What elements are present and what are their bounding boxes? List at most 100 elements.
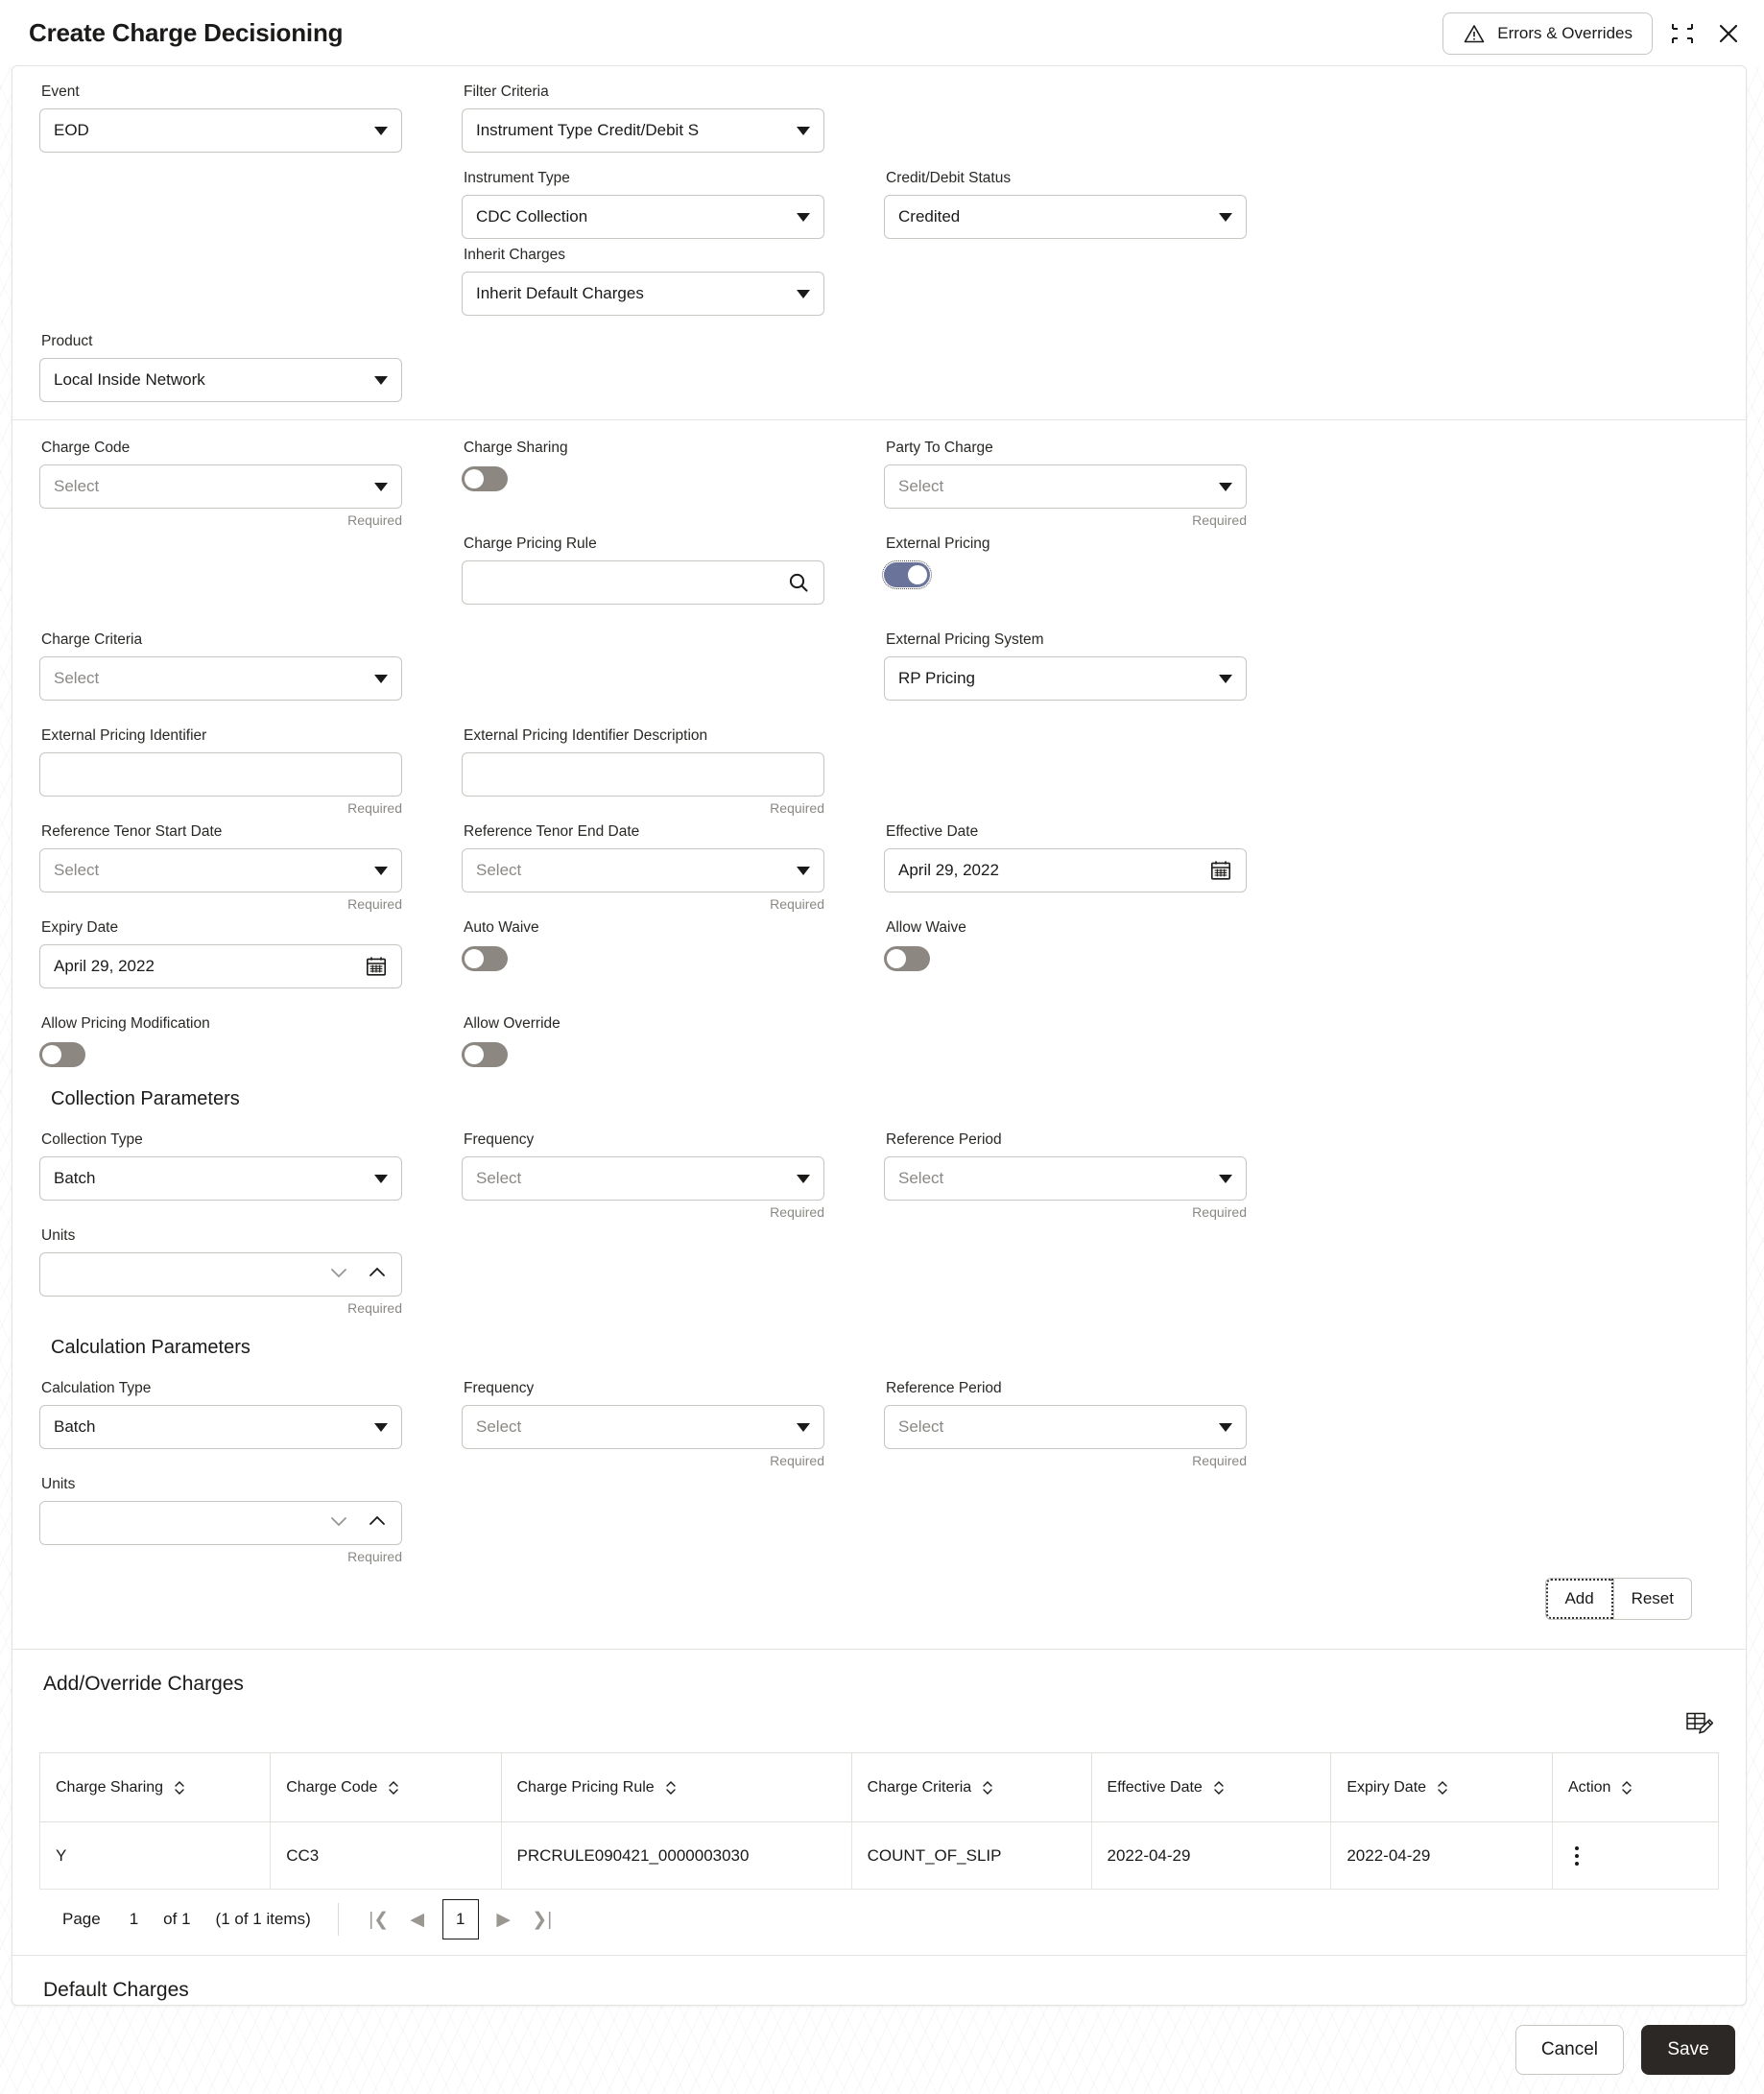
pager-label: Page: [62, 1910, 101, 1929]
charge-code-select[interactable]: Select: [39, 464, 402, 509]
collection-units-stepper[interactable]: [39, 1252, 402, 1297]
external-pricing-system-value: RP Pricing: [898, 669, 1211, 688]
sort-icon[interactable]: [1620, 1779, 1633, 1797]
chevron-up-icon[interactable]: [367, 1511, 388, 1536]
label-external-pricing: External Pricing: [886, 535, 1306, 553]
save-button[interactable]: Save: [1641, 2025, 1735, 2075]
sort-icon[interactable]: [664, 1779, 678, 1797]
calculation-reference-period-required: Required: [884, 1453, 1247, 1468]
col-charge-criteria[interactable]: Charge Criteria: [851, 1753, 1091, 1822]
chevron-down-icon[interactable]: [328, 1511, 349, 1536]
inherit-charges-select[interactable]: Inherit Default Charges: [462, 272, 824, 316]
errors-and-overrides-button[interactable]: Errors & Overrides: [1442, 12, 1653, 55]
calculation-units-stepper[interactable]: [39, 1501, 402, 1545]
edit-table-icon[interactable]: [1684, 1709, 1713, 1743]
chevron-down-icon: [797, 127, 810, 135]
external-pricing-identifier-description-input[interactable]: [462, 752, 824, 797]
label-collection-type: Collection Type: [41, 1131, 462, 1149]
external-pricing-system-select[interactable]: RP Pricing: [884, 656, 1247, 701]
label-external-pricing-identifier-description: External Pricing Identifier Description: [464, 727, 884, 745]
search-icon[interactable]: [787, 571, 810, 594]
auto-waive-toggle[interactable]: [462, 946, 508, 971]
filter-criteria-select[interactable]: Instrument Type Credit/Debit S: [462, 108, 824, 153]
expiry-date-input[interactable]: April 29, 2022: [39, 944, 402, 988]
chevron-down-icon: [374, 1423, 388, 1432]
sort-icon[interactable]: [387, 1779, 400, 1797]
cell-expiry-date: 2022-04-29: [1331, 1822, 1553, 1890]
cell-action[interactable]: [1552, 1822, 1718, 1890]
pager-next-button[interactable]: ▶: [485, 1901, 523, 1938]
product-select[interactable]: Local Inside Network: [39, 358, 402, 402]
pager-prev-button[interactable]: ◀: [398, 1901, 437, 1938]
col-expiry-date[interactable]: Expiry Date: [1331, 1753, 1553, 1822]
allow-override-toggle[interactable]: [462, 1042, 508, 1067]
sort-icon[interactable]: [1436, 1779, 1449, 1797]
chevron-up-icon[interactable]: [367, 1262, 388, 1288]
allow-waive-toggle[interactable]: [884, 946, 930, 971]
label-instrument-type: Instrument Type: [464, 170, 884, 187]
collection-frequency-select[interactable]: Select: [462, 1156, 824, 1201]
sort-icon[interactable]: [1212, 1779, 1226, 1797]
calendar-icon[interactable]: [1209, 859, 1232, 882]
instrument-type-select[interactable]: CDC Collection: [462, 195, 824, 239]
form-action-buttons: Add Reset: [39, 1572, 1719, 1639]
pager-current-page[interactable]: 1: [442, 1899, 479, 1939]
charge-criteria-select[interactable]: Select: [39, 656, 402, 701]
label-effective-date: Effective Date: [886, 823, 1306, 841]
pager-last-button[interactable]: ❯|: [523, 1901, 561, 1938]
calculation-type-select[interactable]: Batch: [39, 1405, 402, 1449]
col-action[interactable]: Action: [1552, 1753, 1718, 1822]
collection-type-select[interactable]: Batch: [39, 1156, 402, 1201]
effective-date-input[interactable]: April 29, 2022: [884, 848, 1247, 892]
row-menu-icon[interactable]: [1568, 1846, 1585, 1866]
label-allow-pricing-modification: Allow Pricing Modification: [41, 1015, 462, 1033]
external-pricing-identifier-input[interactable]: [39, 752, 402, 797]
chevron-down-icon: [1219, 1423, 1232, 1432]
collection-frequency-required: Required: [462, 1204, 824, 1220]
close-icon[interactable]: [1712, 17, 1745, 50]
calculation-frequency-select[interactable]: Select: [462, 1405, 824, 1449]
chevron-down-icon: [797, 290, 810, 298]
field-charge-sharing: Charge Sharing: [462, 440, 884, 528]
calendar-icon[interactable]: [365, 955, 388, 978]
chevron-down-icon: [1219, 675, 1232, 683]
field-calculation-frequency: Frequency Select Required: [462, 1380, 884, 1468]
col-charge-sharing[interactable]: Charge Sharing: [40, 1753, 271, 1822]
cancel-button[interactable]: Cancel: [1515, 2025, 1624, 2075]
calculation-reference-period-select[interactable]: Select: [884, 1405, 1247, 1449]
pager-first-button[interactable]: |❮: [360, 1901, 398, 1938]
field-calculation-reference-period: Reference Period Select Required: [884, 1380, 1306, 1468]
calculation-frequency-required: Required: [462, 1453, 824, 1468]
field-product: Product Local Inside Network: [39, 333, 462, 402]
chevron-down-icon[interactable]: [328, 1262, 349, 1288]
event-select[interactable]: EOD: [39, 108, 402, 153]
col-effective-date[interactable]: Effective Date: [1091, 1753, 1331, 1822]
label-external-pricing-identifier: External Pricing Identifier: [41, 727, 462, 745]
party-to-charge-select[interactable]: Select: [884, 464, 1247, 509]
reference-tenor-start-date-select[interactable]: Select: [39, 848, 402, 892]
reference-tenor-start-date-required: Required: [39, 896, 402, 912]
chevron-down-icon: [1219, 1175, 1232, 1183]
field-external-pricing-system: External Pricing System RP Pricing .: [884, 631, 1306, 720]
label-allow-override: Allow Override: [464, 1015, 884, 1033]
charge-sharing-toggle[interactable]: [462, 466, 508, 491]
collapse-icon[interactable]: [1666, 17, 1699, 50]
add-button[interactable]: Add: [1545, 1578, 1614, 1620]
charge-pricing-rule-input[interactable]: [462, 560, 824, 605]
label-allow-waive: Allow Waive: [886, 919, 1306, 937]
reset-button[interactable]: Reset: [1614, 1578, 1692, 1620]
field-event: Event EOD: [39, 83, 462, 153]
chevron-down-icon: [374, 1175, 388, 1183]
sort-icon[interactable]: [981, 1779, 994, 1797]
toggle-knob: [887, 949, 906, 968]
col-charge-code[interactable]: Charge Code: [271, 1753, 501, 1822]
collection-reference-period-select[interactable]: Select: [884, 1156, 1247, 1201]
footer-actions: Cancel Save: [0, 2006, 1764, 2094]
credit-debit-status-select[interactable]: Credited: [884, 195, 1247, 239]
instrument-type-value: CDC Collection: [476, 207, 789, 226]
sort-icon[interactable]: [173, 1779, 186, 1797]
reference-tenor-end-date-select[interactable]: Select: [462, 848, 824, 892]
external-pricing-toggle[interactable]: [884, 562, 930, 587]
allow-pricing-modification-toggle[interactable]: [39, 1042, 85, 1067]
col-charge-pricing-rule[interactable]: Charge Pricing Rule: [501, 1753, 851, 1822]
